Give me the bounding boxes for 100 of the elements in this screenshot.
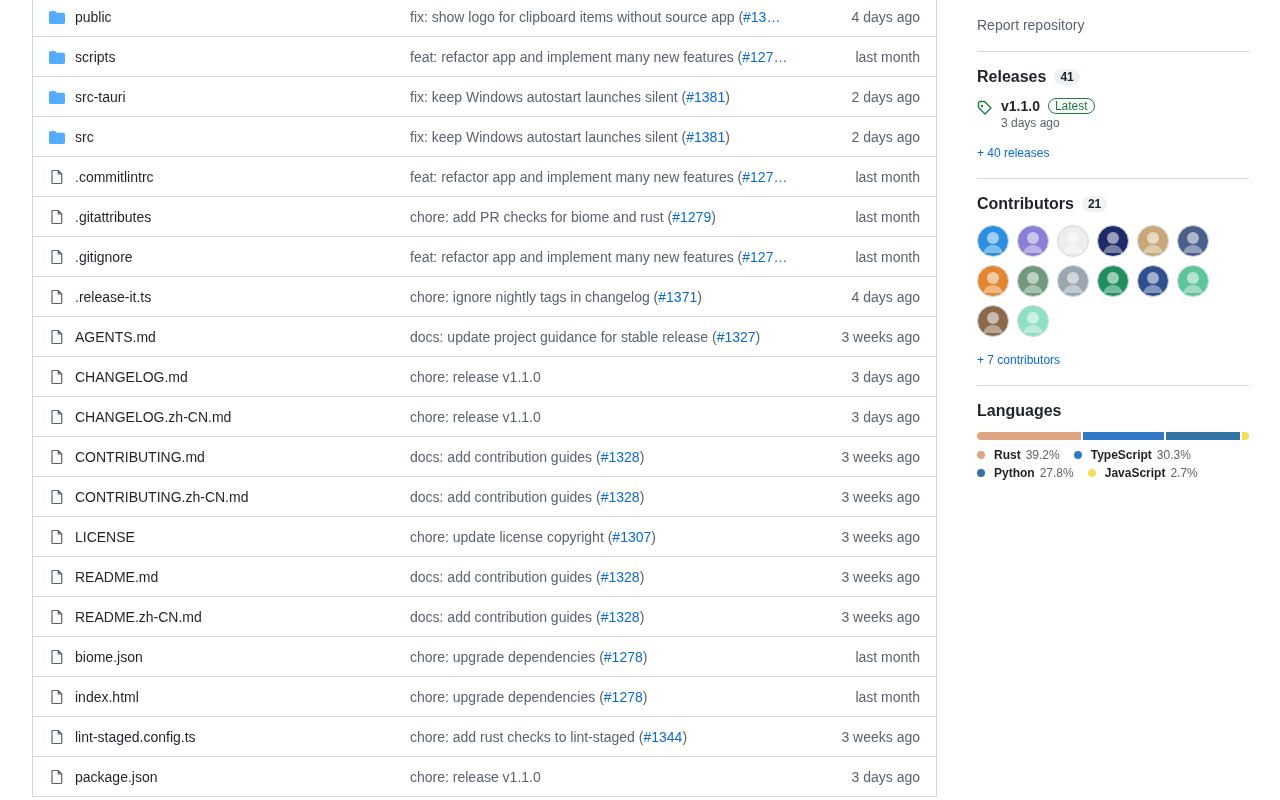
pull-request-link[interactable]: #1328 <box>600 488 640 505</box>
commit-time: 4 days ago <box>851 8 920 25</box>
file-link[interactable]: CONTRIBUTING.zh-CN.md <box>75 488 249 505</box>
file-link[interactable]: src <box>75 128 94 145</box>
pull-request-link[interactable]: #1328 <box>600 448 640 465</box>
pull-request-link[interactable]: #1371 <box>658 288 698 305</box>
commit-message[interactable]: chore: release v1.1.0 <box>410 768 836 785</box>
pull-request-link[interactable]: #1381 <box>686 88 726 105</box>
commit-time: last month <box>855 688 920 705</box>
commit-message[interactable]: chore: upgrade dependencies (#1278) <box>410 648 840 665</box>
pull-request-link[interactable]: #1328 <box>600 608 640 625</box>
file-link[interactable]: index.html <box>75 688 139 705</box>
language-percent: 27.8% <box>1039 466 1074 480</box>
count-badge: 21 <box>1081 196 1108 212</box>
pull-request-link[interactable]: #127… <box>742 248 788 265</box>
file-link[interactable]: LICENSE <box>75 528 135 545</box>
file-link[interactable]: public <box>75 8 112 25</box>
pull-request-link[interactable]: #127… <box>742 168 788 185</box>
commit-message[interactable]: docs: add contribution guides (#1328) <box>410 448 826 465</box>
commit-time: 4 days ago <box>851 288 920 305</box>
commit-message[interactable]: feat: refactor app and implement many new features (#127… <box>410 168 840 185</box>
folder-icon <box>49 48 65 65</box>
commit-time: 3 weeks ago <box>841 328 920 345</box>
language-name[interactable]: TypeScript <box>1090 448 1152 462</box>
release-link[interactable]: v1.1.0 <box>1001 98 1040 114</box>
file-icon <box>49 368 65 385</box>
commit-time: 3 days ago <box>851 368 920 385</box>
file-icon <box>49 728 65 745</box>
commit-message[interactable]: chore: ignore nightly tags in changelog (#1371) <box>410 288 836 305</box>
pull-request-link[interactable]: #1328 <box>600 568 640 585</box>
commit-time: last month <box>855 248 920 265</box>
file-link[interactable]: CHANGELOG.zh-CN.md <box>75 408 232 425</box>
language-percent: 39.2% <box>1025 448 1060 462</box>
pull-request-link[interactable]: #13… <box>743 8 781 25</box>
file-link[interactable]: biome.json <box>75 648 143 665</box>
pull-request-link[interactable]: #1278 <box>603 648 643 665</box>
commit-time: last month <box>855 208 920 225</box>
file-link[interactable]: scripts <box>75 48 116 65</box>
commit-time: 3 weeks ago <box>841 728 920 745</box>
commit-message[interactable]: feat: refactor app and implement many new features (#127… <box>410 48 840 65</box>
commit-time: 2 days ago <box>851 128 920 145</box>
commit-time: 2 days ago <box>851 88 920 105</box>
commit-message[interactable]: chore: add PR checks for biome and rust (#1279) <box>410 208 840 225</box>
pull-request-link[interactable]: #1307 <box>612 528 652 545</box>
pull-request-link[interactable]: #1327 <box>716 328 756 345</box>
language-name[interactable]: Python <box>994 466 1035 480</box>
file-icon <box>49 408 65 425</box>
file-icon <box>49 568 65 585</box>
commit-message[interactable]: chore: update license copyright (#1307) <box>410 528 826 545</box>
file-icon <box>49 248 65 265</box>
commit-message[interactable]: chore: release v1.1.0 <box>410 368 836 385</box>
commit-time: 3 days ago <box>851 408 920 425</box>
file-link[interactable]: .gitignore <box>75 248 133 265</box>
file-icon <box>49 288 65 305</box>
file-link[interactable]: CHANGELOG.md <box>75 368 188 385</box>
file-icon <box>49 608 65 625</box>
file-link[interactable]: .commitlintrc <box>75 168 154 185</box>
commit-message[interactable]: chore: add rust checks to lint-staged (#1344) <box>410 728 826 745</box>
file-link[interactable]: lint-staged.config.ts <box>75 728 196 745</box>
section-title: Contributors <box>977 195 1074 213</box>
commit-message[interactable]: docs: update project guidance for stable release (#1327) <box>410 328 826 345</box>
tag-icon <box>977 100 993 116</box>
pull-request-link[interactable]: #1381 <box>686 128 726 145</box>
pull-request-link[interactable]: #1344 <box>643 728 683 745</box>
commit-time: 3 weeks ago <box>841 488 920 505</box>
file-link[interactable]: CONTRIBUTING.md <box>75 448 205 465</box>
language-name[interactable]: Rust <box>994 448 1021 462</box>
file-link[interactable]: src-tauri <box>75 88 126 105</box>
commit-message[interactable]: docs: add contribution guides (#1328) <box>410 568 826 585</box>
commit-message[interactable]: docs: add contribution guides (#1328) <box>410 488 826 505</box>
commit-time: 3 weeks ago <box>841 528 920 545</box>
commit-time: 3 weeks ago <box>841 568 920 585</box>
file-link[interactable]: .gitattributes <box>75 208 152 225</box>
pull-request-link[interactable]: #1278 <box>603 688 643 705</box>
language-percent: 30.3% <box>1156 448 1191 462</box>
commit-time: last month <box>855 48 920 65</box>
pull-request-link[interactable]: #127… <box>742 48 788 65</box>
report-link[interactable]: Report repository <box>977 17 1085 33</box>
commit-message[interactable]: fix: keep Windows autostart launches silent (#1381) <box>410 88 836 105</box>
file-link[interactable]: package.json <box>75 768 158 785</box>
commit-time: 3 weeks ago <box>841 448 920 465</box>
release-time: 3 days ago <box>1001 116 1061 130</box>
count-badge: 41 <box>1054 69 1080 85</box>
pull-request-link[interactable]: #1279 <box>672 208 712 225</box>
commit-message[interactable]: fix: show logo for clipboard items without source app (#13… <box>410 8 836 25</box>
commit-message[interactable]: feat: refactor app and implement many new features (#127… <box>410 248 840 265</box>
commit-message[interactable]: docs: add contribution guides (#1328) <box>410 608 826 625</box>
commit-message[interactable]: fix: keep Windows autostart launches silent (#1381) <box>410 128 836 145</box>
commit-message[interactable]: chore: upgrade dependencies (#1278) <box>410 688 840 705</box>
file-link[interactable]: AGENTS.md <box>75 328 156 345</box>
section-title: Languages <box>977 402 1062 420</box>
file-link[interactable]: README.zh-CN.md <box>75 608 202 625</box>
file-icon <box>49 528 65 545</box>
language-name[interactable]: JavaScript <box>1104 466 1166 480</box>
contributors-link[interactable]: + 7 contributors <box>977 353 1249 367</box>
file-link[interactable]: .release-it.ts <box>75 288 152 305</box>
file-link[interactable]: README.md <box>75 568 159 585</box>
releases-link[interactable]: + 40 releases <box>977 146 1249 160</box>
commit-message[interactable]: chore: release v1.1.0 <box>410 408 836 425</box>
file-icon <box>49 648 65 665</box>
